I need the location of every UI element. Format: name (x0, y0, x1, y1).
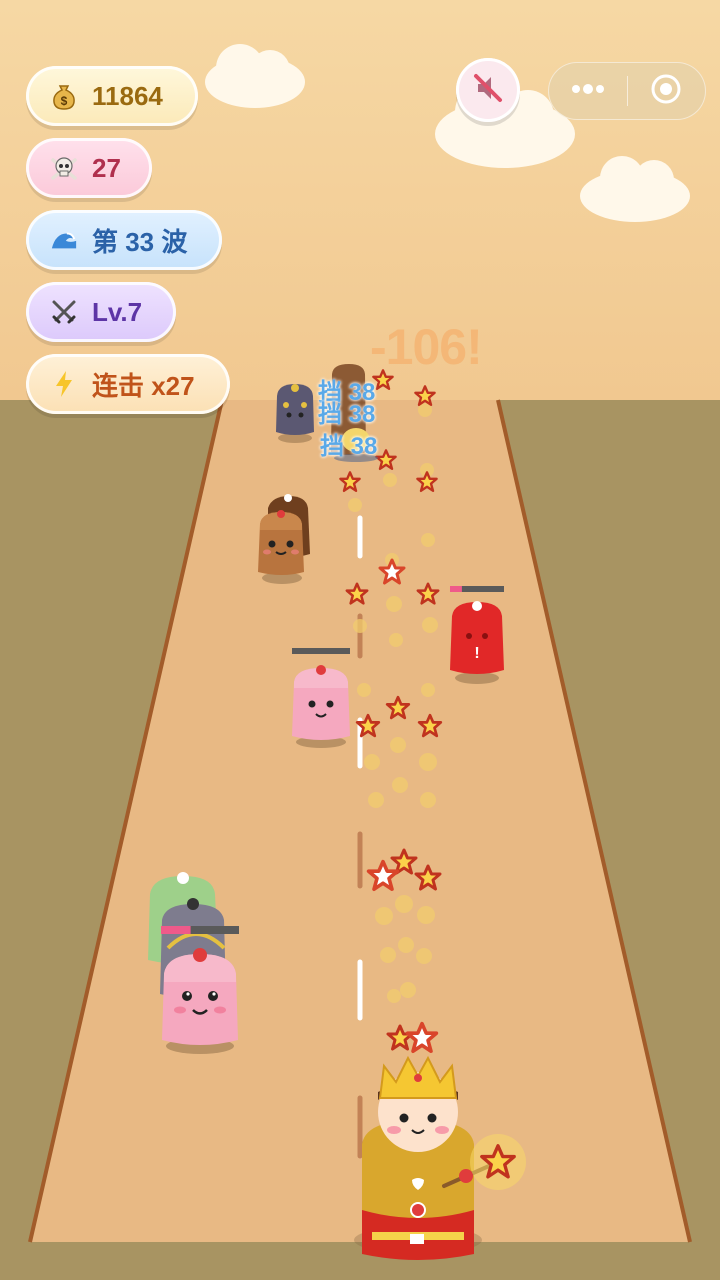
kill-value: 27 (92, 152, 121, 183)
enemy-dark-armored (276, 384, 314, 443)
block-popup: 挡 38 (318, 401, 376, 428)
crossed-swords-icon (50, 298, 78, 326)
enemy-pink-small (292, 648, 350, 748)
block-popup: 挡 38 (320, 433, 378, 460)
svg-text:$: $ (61, 94, 68, 108)
enemy-brown (258, 494, 310, 584)
damage-popup: -106! (370, 319, 483, 375)
mini-program-capsule (548, 62, 706, 120)
wave-icon (50, 226, 78, 254)
bullet-trail (348, 403, 438, 1003)
more-button[interactable] (549, 63, 627, 119)
skull-icon (50, 154, 78, 182)
lightning-icon (50, 370, 78, 398)
mute-button[interactable] (456, 58, 520, 122)
kill-counter: 27 (26, 138, 152, 198)
wave-value: 第 33 波 (92, 226, 188, 257)
more-dots-icon (570, 82, 606, 100)
coin-counter: $ 11864 (26, 66, 198, 126)
enemy-red: ! (450, 586, 504, 684)
combo-value: 连击 x27 (92, 370, 195, 401)
money-bag-icon: $ (50, 82, 78, 110)
player-king (354, 1055, 526, 1260)
target-circle-icon (649, 72, 683, 111)
coin-value: 11864 (92, 80, 163, 111)
wave-counter: 第 33 波 (26, 210, 222, 270)
svg-text:!: ! (474, 645, 479, 662)
level-indicator: Lv.7 (26, 282, 176, 342)
level-value: Lv.7 (92, 296, 143, 327)
speaker-muted-icon (468, 68, 508, 113)
close-button[interactable] (628, 63, 706, 119)
combo-counter: 连击 x27 (26, 354, 230, 414)
